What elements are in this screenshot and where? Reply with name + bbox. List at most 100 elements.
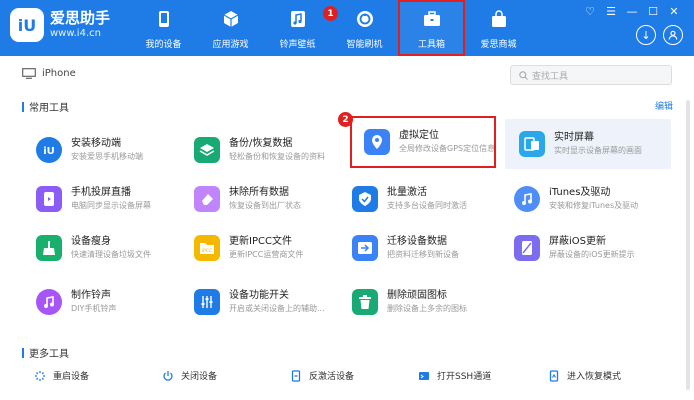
tool-location-pin[interactable]: 虚拟定位 全局修改设备GPS定位信息 2	[338, 112, 496, 168]
maximize-icon[interactable]: ☐	[647, 6, 659, 18]
more-tool-label: 重启设备	[53, 372, 90, 382]
tool-desc: 轻松备份和恢复设备的资料	[229, 152, 325, 161]
logo-badge: iU	[10, 8, 44, 42]
tool-name: iTunes及驱动	[549, 187, 611, 198]
device-selector[interactable]: iPhone	[22, 68, 76, 79]
tool-shield[interactable]: 批量激活 支持多台设备同时激活	[338, 174, 498, 224]
restart-icon	[34, 370, 46, 382]
section-more-tools: 更多工具	[22, 345, 69, 360]
cast-icon	[36, 186, 62, 212]
svg-text:iU: iU	[43, 146, 55, 157]
tool-cast[interactable]: 手机投屏直播 电脑同步显示设备屏幕	[22, 174, 182, 224]
skin-icon[interactable]: ♡	[584, 6, 596, 18]
layers-icon	[194, 137, 220, 163]
close-icon[interactable]: ✕	[668, 6, 680, 18]
section-common-tools: 常用工具	[22, 99, 69, 114]
tool-desc: 删除设备上多余的图标	[387, 304, 467, 313]
tool-desc: 屏蔽设备的iOS更新提示	[549, 250, 635, 259]
ipcc-folder-icon: IPCC	[194, 235, 220, 261]
search-placeholder: 查找工具	[532, 71, 569, 82]
tool-i4-app[interactable]: iU 安装移动端 安装爱思手机移动端	[22, 125, 182, 175]
more-tool-label: 关闭设备	[181, 372, 218, 382]
tool-layers[interactable]: 备份/恢复数据轻松备份和恢复设备的资料	[180, 125, 340, 175]
more-tool-restart[interactable]: 重启设备	[34, 369, 89, 382]
scrollbar[interactable]	[686, 100, 690, 390]
window-controls: ♡ ☰ — ☐ ✕	[584, 6, 680, 18]
tool-itunes[interactable]: iTunes及驱动安装和修复iTunes及驱动	[500, 174, 660, 224]
power-icon	[162, 370, 174, 382]
tool-desc: 开启或关闭设备上的辅助...	[229, 304, 325, 313]
menu-icon[interactable]: ☰	[605, 6, 617, 18]
more-tool-deactivate[interactable]: 反激活设备	[290, 369, 354, 382]
device-bar: iPhone 查找工具	[0, 56, 694, 94]
trash-icon	[352, 289, 378, 315]
tool-name: 屏蔽iOS更新	[549, 236, 606, 247]
tool-switch[interactable]: 设备功能开关开启或关闭设备上的辅助...	[180, 277, 340, 327]
tool-migrate[interactable]: 迁移设备数据 把资料迁移到新设备	[338, 223, 498, 273]
block-update-icon	[514, 235, 540, 261]
tool-trash[interactable]: 删除顽固图标删除设备上多余的图标	[338, 277, 498, 327]
search-icon	[519, 70, 528, 80]
tool-ringtone[interactable]: 制作铃声 DIY手机铃声	[22, 277, 182, 327]
tool-desc: 快速清理设备垃圾文件	[71, 250, 151, 259]
switch-icon	[194, 289, 220, 315]
nav-toolbox[interactable]: 工具箱	[398, 0, 465, 56]
nav-label: 智能刷机	[346, 40, 383, 50]
tool-desc: 全局修改设备GPS定位信息	[399, 144, 496, 153]
top-bar: iU 爱思助手 www.i4.cn 我的设备 应用游戏 铃声壁纸 智能刷机 1 …	[0, 0, 694, 56]
tool-broom[interactable]: 设备瘦身 快速清理设备垃圾文件	[22, 223, 182, 273]
more-tool-power[interactable]: 关闭设备	[162, 369, 217, 382]
device-name: iPhone	[42, 68, 76, 79]
tool-desc: 恢复设备到出厂状态	[229, 201, 301, 210]
tool-name: 设备功能开关	[229, 290, 289, 301]
tool-ipcc-folder[interactable]: IPCC 更新IPCC文件 更新IPCC运营商文件	[180, 223, 340, 273]
tool-name: 制作铃声	[71, 290, 111, 301]
tool-desc: 电脑同步显示设备屏幕	[71, 201, 151, 210]
nav-my-device[interactable]: 我的设备	[130, 0, 197, 56]
tool-name: 抹除所有数据	[229, 187, 289, 198]
app-cube-icon	[222, 10, 240, 28]
edit-link[interactable]: 编辑	[655, 99, 673, 112]
user-icon[interactable]	[663, 25, 683, 45]
tool-desc: 安装和修复iTunes及驱动	[549, 201, 639, 210]
more-tool-ssh[interactable]: 打开SSH通道	[418, 369, 491, 382]
broom-icon	[36, 235, 62, 261]
eraser-icon	[194, 186, 220, 212]
annotation-marker-2: 2	[338, 112, 353, 127]
nav-label: 应用游戏	[212, 40, 249, 50]
phone-icon	[155, 10, 173, 28]
tool-desc: 实时显示设备屏幕的画面	[554, 146, 642, 155]
tool-screen[interactable]: 实时屏幕实时显示设备屏幕的画面	[505, 119, 671, 169]
tool-desc: 把资料迁移到新设备	[387, 250, 459, 259]
tool-name: 实时屏幕	[554, 132, 594, 143]
more-tool-recovery[interactable]: 进入恢复模式	[548, 369, 621, 382]
tool-eraser[interactable]: 抹除所有数据恢复设备到出厂状态	[180, 174, 340, 224]
app-name: 爱思助手	[50, 9, 111, 27]
deactivate-icon	[290, 369, 302, 382]
minimize-icon[interactable]: —	[626, 6, 638, 18]
app-logo: iU 爱思助手 www.i4.cn	[10, 8, 110, 42]
screen-icon	[519, 131, 545, 157]
download-icon[interactable]: ↓	[636, 25, 656, 45]
location-pin-icon	[364, 129, 390, 155]
shield-icon	[352, 186, 378, 212]
tool-name: 备份/恢复数据	[229, 138, 293, 149]
nav-apps-games[interactable]: 应用游戏	[197, 0, 264, 56]
more-tool-label: 进入恢复模式	[567, 372, 622, 382]
nav-shop[interactable]: 爱思商城	[465, 0, 532, 56]
music-icon	[289, 10, 307, 28]
more-tool-label: 反激活设备	[309, 372, 355, 382]
tool-block-update[interactable]: 屏蔽iOS更新屏蔽设备的iOS更新提示	[500, 223, 660, 273]
tool-name: 删除顽固图标	[387, 290, 447, 301]
nav-label: 铃声壁纸	[279, 40, 316, 50]
flash-icon	[356, 10, 374, 28]
ringtone-icon	[36, 289, 62, 315]
search-input[interactable]: 查找工具	[510, 65, 672, 85]
tool-desc: 更新IPCC运营商文件	[229, 250, 304, 259]
tool-name: 安装移动端	[71, 138, 121, 149]
nav-smart-flash[interactable]: 智能刷机 1	[323, 0, 398, 56]
itunes-icon	[514, 186, 540, 212]
app-url: www.i4.cn	[50, 28, 101, 39]
tool-desc: 支持多台设备同时激活	[387, 201, 467, 210]
nav-ringtones-wallpapers[interactable]: 铃声壁纸	[264, 0, 331, 56]
